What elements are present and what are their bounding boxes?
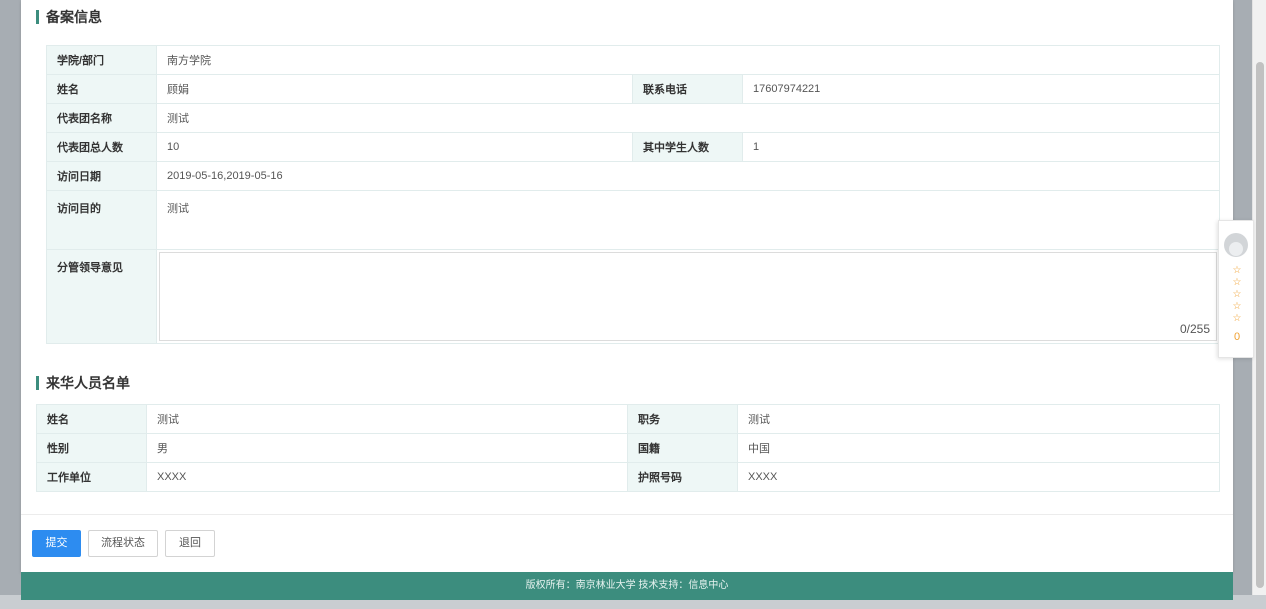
- filing-section-title: 备案信息: [36, 9, 102, 25]
- table-row: 性别 男 国籍 中国: [36, 433, 1220, 463]
- table-row: 学院/部门 南方学院: [46, 45, 1221, 75]
- action-divider: [21, 514, 1233, 515]
- visitor-employer-label: 工作单位: [36, 462, 147, 492]
- table-row: 工作单位 XXXX 护照号码 XXXX: [36, 462, 1220, 492]
- star-outline-icon[interactable]: ☆: [1219, 289, 1255, 301]
- avatar: [1224, 233, 1248, 257]
- star-outline-icon[interactable]: ☆: [1219, 313, 1255, 325]
- rating-widget[interactable]: ☆ ☆ ☆ ☆ ☆ 0: [1218, 220, 1254, 358]
- star-outline-icon[interactable]: ☆: [1219, 277, 1255, 289]
- visitor-passport-value: XXXX: [737, 462, 1220, 492]
- name-label: 姓名: [46, 74, 157, 104]
- visitor-employer-value: XXXX: [146, 462, 628, 492]
- star-outline-icon[interactable]: ☆ ☆ ☆ ☆ ☆: [1219, 265, 1255, 325]
- table-row: 姓名 顾娟 联系电话 17607974221: [46, 74, 1221, 104]
- return-button[interactable]: 退回: [165, 530, 215, 557]
- table-row: 访问目的 测试: [46, 190, 1221, 250]
- leader-opinion-textarea[interactable]: 0/255: [159, 252, 1217, 341]
- submit-button[interactable]: 提交: [32, 530, 81, 557]
- star-outline-icon[interactable]: ☆: [1219, 265, 1255, 277]
- delegation-name-label: 代表团名称: [46, 103, 157, 133]
- delegation-total-value: 10: [156, 132, 633, 162]
- student-count-value: 1: [741, 132, 1221, 162]
- phone-value: 17607974221: [741, 74, 1221, 104]
- leader-opinion-label: 分管领导意见: [46, 249, 157, 344]
- phone-label: 联系电话: [632, 74, 743, 104]
- college-value: 南方学院: [155, 45, 1221, 75]
- flow-status-button[interactable]: 流程状态: [88, 530, 158, 557]
- visit-date-label: 访问日期: [46, 161, 157, 191]
- page-footer: 版权所有：南京林业大学 技术支持：信息中心: [21, 572, 1233, 600]
- table-row: 分管领导意见 0/255: [46, 249, 1221, 344]
- table-row: 姓名 测试 职务 测试: [36, 404, 1220, 434]
- student-count-label: 其中学生人数: [632, 132, 743, 162]
- visit-date-value: 2019-05-16,2019-05-16: [155, 161, 1221, 191]
- visitor-gender-label: 性别: [36, 433, 147, 463]
- name-value: 顾娟: [156, 74, 633, 104]
- rating-count: 0: [1233, 331, 1241, 343]
- visit-purpose-label: 访问目的: [46, 190, 157, 250]
- table-row: 访问日期 2019-05-16,2019-05-16: [46, 161, 1221, 191]
- visitor-position-label: 职务: [627, 404, 738, 434]
- table-row: 代表团总人数 10 其中学生人数 1: [46, 132, 1221, 162]
- visitors-section-title: 来华人员名单: [36, 375, 130, 391]
- visitor-gender-value: 男: [146, 433, 628, 463]
- visit-purpose-value: 测试: [155, 190, 1221, 250]
- table-row: 代表团名称 测试: [46, 103, 1221, 133]
- visitor-name-label: 姓名: [36, 404, 147, 434]
- visitor-passport-label: 护照号码: [627, 462, 738, 492]
- leader-opinion-cell: 0/255: [155, 249, 1221, 344]
- filing-info-table: 学院/部门 南方学院 姓名 顾娟 联系电话 17607974221 代表团名称 …: [46, 45, 1221, 344]
- delegation-total-label: 代表团总人数: [46, 132, 157, 162]
- char-counter: 0/255: [1179, 322, 1210, 336]
- star-outline-icon[interactable]: ☆: [1219, 301, 1255, 313]
- scrollbar-thumb[interactable]: [1256, 62, 1264, 588]
- visitor-nationality-value: 中国: [737, 433, 1220, 463]
- visitor-position-value: 测试: [737, 404, 1220, 434]
- visitor-name-value: 测试: [146, 404, 628, 434]
- visitor-nationality-label: 国籍: [627, 433, 738, 463]
- visitor-list-table: 姓名 测试 职务 测试 性别 男 国籍 中国 工作单位 XXXX 护照号码 XX…: [36, 404, 1220, 492]
- college-label: 学院/部门: [46, 45, 157, 75]
- delegation-name-value: 测试: [155, 103, 1221, 133]
